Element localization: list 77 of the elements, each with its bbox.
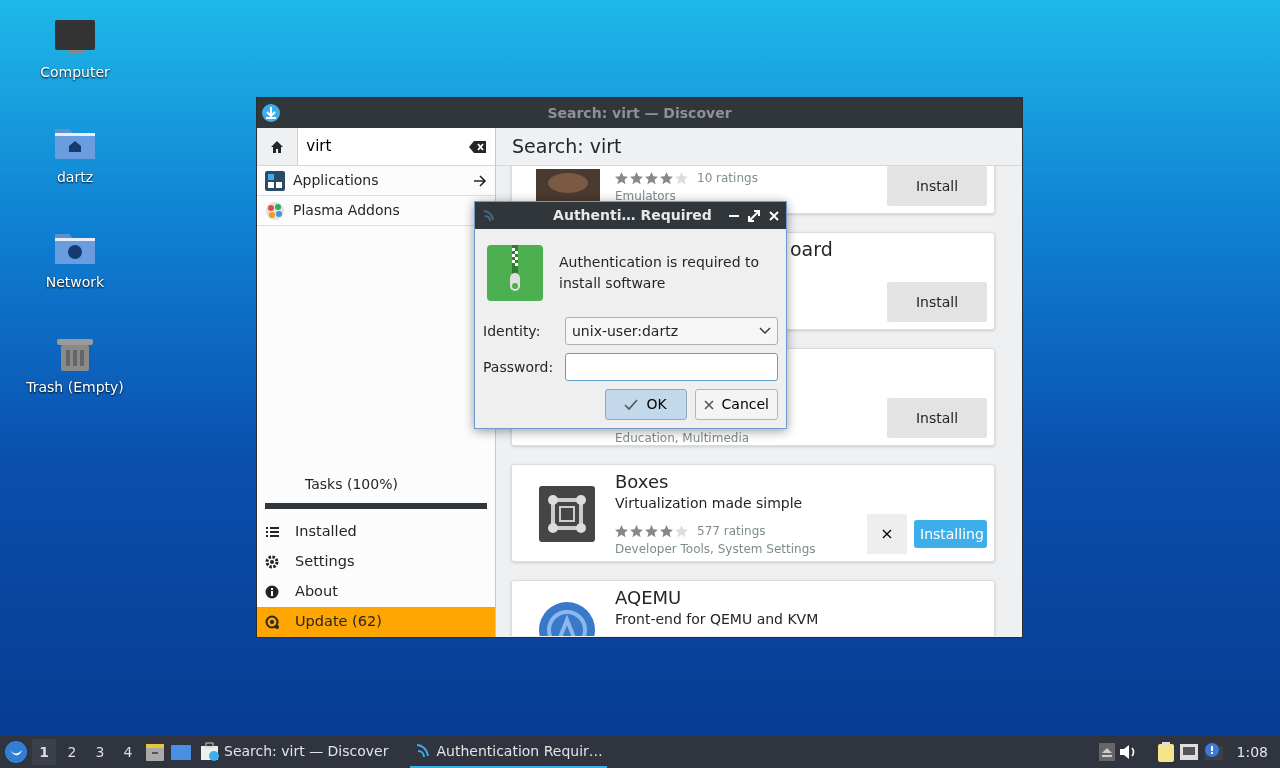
- file-cabinet-icon[interactable]: [144, 741, 166, 763]
- window-title: Search: virt — Discover: [547, 103, 732, 123]
- start-menu-icon[interactable]: [4, 740, 28, 764]
- zipper-icon: [487, 245, 543, 301]
- identity-label: Identity:: [483, 321, 542, 341]
- rating-count: 10 ratings: [697, 170, 758, 187]
- taskbar-task[interactable]: Search: virt — Discover: [196, 736, 393, 768]
- cancel-button[interactable]: ×: [867, 514, 907, 554]
- star-icon: [630, 171, 643, 184]
- boxes-icon: [539, 486, 595, 542]
- category-item[interactable]: Applications: [257, 166, 495, 196]
- app-categories: Emulators: [615, 188, 676, 205]
- app-summary: Front-end for QEMU and KVM: [615, 610, 819, 629]
- gear-icon: [265, 555, 279, 569]
- volume-icon[interactable]: [1118, 744, 1137, 760]
- eject-icon[interactable]: [1098, 743, 1115, 761]
- list-icon: [265, 525, 279, 539]
- nav-item[interactable]: Settings: [257, 547, 495, 577]
- chevron-icon: [759, 327, 771, 335]
- app-icon: [481, 207, 497, 224]
- install-button[interactable]: Install: [887, 166, 987, 206]
- star-icon: [645, 524, 658, 537]
- cancel-button[interactable]: Cancel: [694, 389, 778, 420]
- update-icon: [265, 615, 279, 629]
- app-categories: Developer Tools, System Settings: [615, 541, 816, 558]
- password-label: Password:: [483, 357, 555, 377]
- check-icon: [624, 398, 639, 411]
- star-icon: [675, 171, 688, 184]
- dialog-message: Authentication is required to install software: [559, 253, 761, 293]
- workspace-button[interactable]: 1: [32, 739, 56, 765]
- workspace-button[interactable]: 3: [88, 739, 112, 765]
- photo-placeholder: [536, 169, 600, 201]
- password-field[interactable]: [565, 353, 778, 381]
- bag-icon: [200, 741, 220, 761]
- taskbar-task[interactable]: Authentication Requir…: [410, 736, 607, 768]
- nav-item[interactable]: Update (62): [257, 607, 495, 637]
- clock: 1:08: [1236, 742, 1268, 762]
- tasks-label[interactable]: Tasks (100%): [257, 474, 495, 503]
- icon-label[interactable]: Trash (Empty): [26, 377, 124, 398]
- star-icon: [660, 524, 673, 537]
- app-name: Boxes: [615, 471, 669, 493]
- ok-button[interactable]: OK: [604, 389, 687, 420]
- close-icon[interactable]: [768, 209, 780, 222]
- rating-count: 577 ratings: [697, 523, 766, 540]
- app-summary: Virtualization made simple: [615, 494, 803, 513]
- star-icon: [660, 171, 673, 184]
- download-icon: [261, 103, 281, 123]
- star-icon: [615, 171, 628, 184]
- maximize-icon[interactable]: [748, 209, 760, 222]
- workspace-button[interactable]: 4: [116, 739, 140, 765]
- app-name: oard: [790, 238, 833, 260]
- dialog-title: Authenti… Required: [552, 206, 713, 225]
- star-icon: [675, 524, 688, 537]
- notification-icon[interactable]: [1202, 742, 1225, 762]
- star-icon: [630, 524, 643, 537]
- workspace-button[interactable]: 2: [60, 739, 84, 765]
- arrow-icon: [473, 174, 487, 187]
- palette-icon: [265, 200, 285, 221]
- app-categories: Education, Multimedia: [615, 430, 750, 447]
- clear-icon[interactable]: [469, 139, 487, 154]
- grid-icon: [265, 170, 285, 191]
- icon-label[interactable]: dartz: [56, 167, 94, 188]
- clipboard-icon[interactable]: [1156, 742, 1175, 762]
- star-icon: [615, 524, 628, 537]
- close-icon: [703, 399, 714, 410]
- info-icon: [265, 585, 279, 599]
- icon-label[interactable]: Network: [45, 272, 105, 293]
- nav-item[interactable]: About: [257, 577, 495, 607]
- home-icon: [270, 139, 285, 154]
- install-button[interactable]: Install: [887, 282, 987, 322]
- install-button[interactable]: Install: [887, 398, 987, 438]
- home-button[interactable]: [257, 128, 299, 165]
- app-name: AQEMU: [615, 587, 682, 609]
- network-port-icon[interactable]: [1178, 743, 1199, 761]
- star-icon: [645, 171, 658, 184]
- identity-dropdown[interactable]: unix-user:dartz: [565, 317, 778, 345]
- nav-item[interactable]: Installed: [257, 517, 495, 547]
